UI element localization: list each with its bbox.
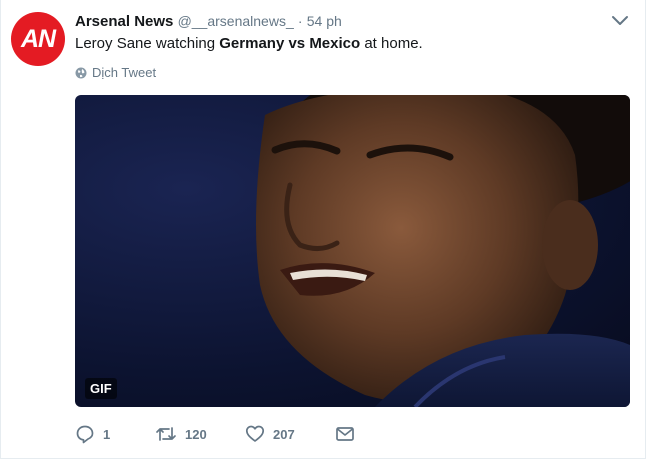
tweet-header: Arsenal News @__arsenalnews_ · 54 ph [75, 11, 342, 32]
tweet-actions: 1 120 207 [75, 423, 355, 445]
avatar-logo-text: AN [20, 24, 56, 53]
chevron-down-icon[interactable] [611, 14, 629, 28]
avatar[interactable]: AN [11, 12, 65, 66]
direct-message-button[interactable] [335, 424, 355, 444]
tweet-media-gif[interactable]: GIF [75, 95, 630, 407]
translate-label: Dịch Tweet [92, 65, 157, 80]
author-handle[interactable]: @__arsenalnews_ [178, 13, 294, 29]
tweet-card[interactable]: AN Arsenal News @__arsenalnews_ · 54 ph … [0, 0, 646, 459]
reply-icon [76, 425, 94, 444]
header-separator: · [297, 13, 303, 29]
globe-icon [75, 67, 87, 78]
heart-icon [245, 425, 265, 442]
like-button[interactable]: 207 [245, 424, 335, 444]
translate-tweet-link[interactable]: Dịch Tweet [75, 65, 156, 80]
author-name[interactable]: Arsenal News [75, 13, 173, 30]
reply-button[interactable]: 1 [75, 424, 155, 444]
reply-count: 1 [103, 426, 111, 442]
tweet-text-bold: Germany vs Mexico [219, 35, 361, 52]
envelope-icon [336, 427, 354, 441]
gif-frame-image [256, 95, 630, 407]
retweet-icon [156, 427, 176, 441]
tweet-text-prefix: Leroy Sane watching [75, 35, 220, 52]
tweet-text: Leroy Sane watching Germany vs Mexico at… [75, 34, 423, 54]
tweet-text-suffix: at home. [360, 35, 423, 52]
retweet-button[interactable]: 120 [155, 424, 245, 444]
like-count: 207 [273, 426, 295, 442]
gif-badge: GIF [85, 378, 117, 399]
tweet-timestamp[interactable]: 54 ph [307, 13, 342, 29]
retweet-count: 120 [185, 426, 207, 442]
